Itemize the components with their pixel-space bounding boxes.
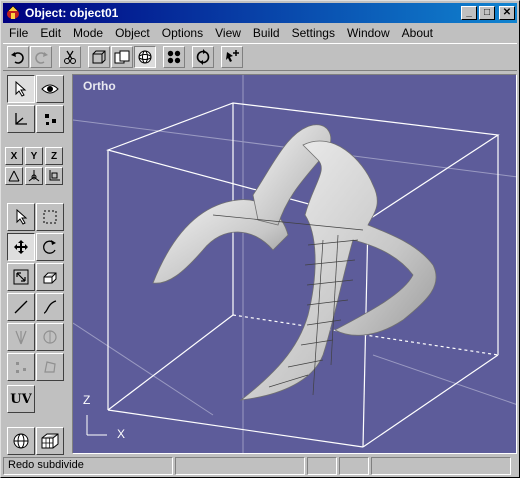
menu-view[interactable]: View (209, 26, 247, 40)
undo-icon (11, 52, 24, 64)
axis-x-toggle[interactable]: X (5, 147, 23, 165)
marquee-icon (43, 210, 57, 224)
lathe-tool-button[interactable] (36, 323, 64, 351)
status-bar: Redo subdivide (3, 457, 517, 475)
points-button[interactable] (163, 46, 185, 68)
arrow-cursor-icon (15, 81, 27, 97)
move-tool-button[interactable] (7, 233, 35, 261)
fan-icon (15, 330, 27, 345)
axes-button[interactable] (7, 105, 35, 133)
lathe-icon (43, 330, 57, 344)
line-icon (14, 300, 28, 314)
sphere-icon (138, 50, 152, 64)
globe-button[interactable] (7, 427, 35, 455)
windows-icon (114, 50, 130, 64)
menu-edit[interactable]: Edit (34, 26, 67, 40)
window-title: Object: object01 (25, 6, 119, 20)
scale-tool-button[interactable] (7, 263, 35, 291)
menu-mode[interactable]: Mode (67, 26, 109, 40)
grid-cube-button[interactable] (36, 427, 64, 455)
box-view-button[interactable] (88, 46, 110, 68)
status-pane-4 (339, 457, 369, 475)
sphere-view-button[interactable] (134, 46, 156, 68)
marquee-tool-button[interactable] (36, 203, 64, 231)
axis-x-label: X (117, 427, 126, 441)
curve-tool-button[interactable] (36, 293, 64, 321)
coord-object-button[interactable] (25, 167, 43, 185)
menu-window[interactable]: Window (341, 26, 396, 40)
coord-local-button[interactable] (5, 167, 23, 185)
menu-settings[interactable]: Settings (286, 26, 341, 40)
refresh-icon (196, 49, 210, 65)
rotate-icon (43, 240, 56, 254)
scene-canvas[interactable] (73, 75, 517, 454)
axis-z-toggle[interactable]: Z (45, 147, 63, 165)
refresh-button[interactable] (192, 46, 214, 68)
menu-build[interactable]: Build (247, 26, 286, 40)
status-message: Redo subdivide (3, 457, 173, 475)
pointer-icon (16, 209, 28, 225)
cube-icon (92, 50, 106, 64)
vertex-button[interactable] (36, 105, 64, 133)
select-arrow-button[interactable] (7, 75, 35, 103)
axis-z-label: Z (83, 393, 91, 407)
object-axes-icon (28, 170, 40, 182)
polygon-icon (44, 361, 56, 373)
world-axes-icon (49, 170, 60, 181)
globe-icon (13, 433, 29, 449)
maximize-button[interactable]: □ (479, 6, 495, 20)
ground-grid (73, 75, 516, 453)
redo-button[interactable] (30, 46, 52, 68)
coord-world-button[interactable] (45, 167, 63, 185)
cut-button[interactable] (59, 46, 81, 68)
undo-button[interactable] (7, 46, 29, 68)
window-view-button[interactable] (111, 46, 133, 68)
status-pane-5 (371, 457, 511, 475)
menu-bar: File Edit Mode Object Options View Build… (3, 23, 517, 42)
axes-icon (15, 113, 27, 125)
scale-icon (13, 269, 29, 285)
status-pane-2 (175, 457, 305, 475)
close-button[interactable]: ✕ (499, 6, 515, 20)
redo-icon (35, 52, 48, 64)
pick-icon (226, 50, 239, 62)
local-axes-icon (8, 170, 20, 182)
polygon-tool-button[interactable] (36, 353, 64, 381)
axis-gizmo (86, 415, 107, 436)
main-toolbar (3, 43, 517, 71)
scissors-icon (64, 50, 76, 64)
menu-about[interactable]: About (396, 26, 439, 40)
dots-icon (45, 114, 56, 125)
mesh-object[interactable] (152, 124, 437, 401)
fan-tool-button[interactable] (7, 323, 35, 351)
tool-palette: X Y Z UV (5, 75, 65, 455)
four-dots-icon (167, 50, 181, 64)
points-tool-button[interactable] (7, 353, 35, 381)
app-icon[interactable] (5, 5, 21, 21)
extrude-icon (43, 272, 57, 284)
grid-cube-icon (41, 433, 59, 449)
pick-button[interactable] (221, 46, 243, 68)
title-bar[interactable]: Object: object01 _ □ ✕ (3, 3, 517, 23)
uv-button[interactable]: UV (7, 385, 35, 413)
view-eye-button[interactable] (36, 75, 64, 103)
line-tool-button[interactable] (7, 293, 35, 321)
status-pane-3 (307, 457, 337, 475)
curve-icon (43, 300, 57, 314)
rotate-tool-button[interactable] (36, 233, 64, 261)
menu-file[interactable]: File (3, 26, 34, 40)
scatter-dots-icon (16, 362, 26, 373)
extrude-tool-button[interactable] (36, 263, 64, 291)
eye-icon (41, 84, 59, 94)
select-tool-button[interactable] (7, 203, 35, 231)
axis-y-toggle[interactable]: Y (25, 147, 43, 165)
menu-object[interactable]: Object (109, 26, 156, 40)
view-label: Ortho (83, 79, 116, 93)
minimize-button[interactable]: _ (461, 6, 477, 20)
move-icon (14, 240, 28, 254)
ortho-viewport[interactable]: Ortho Z X (72, 74, 517, 454)
app-window: Object: object01 _ □ ✕ File Edit Mode Ob… (0, 0, 520, 478)
menu-options[interactable]: Options (156, 26, 209, 40)
